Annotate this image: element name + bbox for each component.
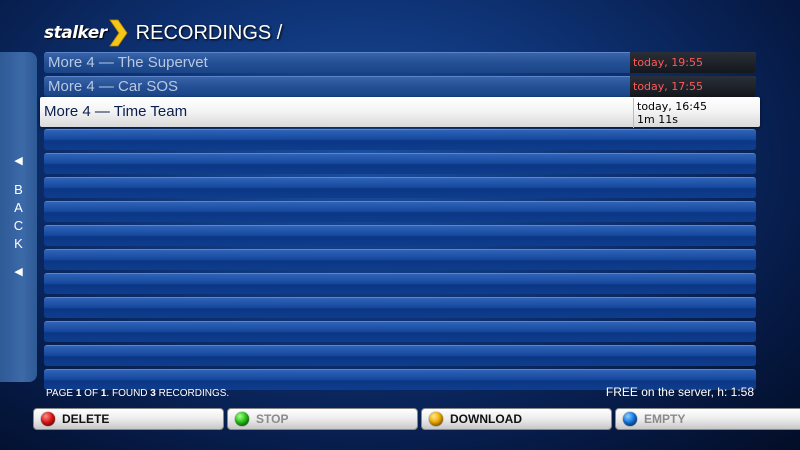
stalker-logo: stalker xyxy=(44,16,128,50)
recording-time-cell: today, 16:45 1m 11s xyxy=(633,98,760,128)
empty-row xyxy=(44,129,756,150)
page-prefix: PAGE xyxy=(46,388,76,399)
download-button[interactable]: DOWNLOAD xyxy=(421,408,612,430)
empty-button-label: EMPTY xyxy=(644,412,686,426)
back-letter: A xyxy=(14,200,23,215)
yellow-dot-icon xyxy=(429,412,443,426)
back-label: B A C K xyxy=(14,181,23,253)
recording-time: today, 17:55 xyxy=(633,80,703,93)
empty-row xyxy=(44,345,756,366)
logo-chevron-icon xyxy=(108,19,128,47)
recording-title: More 4 — The Supervet xyxy=(48,54,208,71)
header: stalker RECORDINGS / xyxy=(44,16,282,50)
delete-button-label: DELETE xyxy=(62,412,110,426)
blue-dot-icon xyxy=(623,412,637,426)
back-letter: C xyxy=(13,218,24,233)
recording-time: today, 16:45 xyxy=(637,100,707,113)
recording-time: today, 19:55 xyxy=(633,56,703,69)
back-letter: K xyxy=(14,236,23,251)
recording-row[interactable]: More 4 — Car SOS today, 17:55 xyxy=(44,76,756,97)
stop-button[interactable]: STOP xyxy=(227,408,418,430)
empty-row xyxy=(44,249,756,270)
page-of: OF xyxy=(81,388,101,399)
empty-row xyxy=(44,153,756,174)
logo-text: stalker xyxy=(44,23,107,43)
back-arrow-icon: ◀ xyxy=(14,266,23,278)
recording-title: More 4 — Car SOS xyxy=(48,78,179,95)
function-buttons: DELETE STOP DOWNLOAD EMPTY xyxy=(33,408,800,430)
empty-row xyxy=(44,297,756,318)
recording-duration: 1m 11s xyxy=(637,113,678,126)
red-dot-icon xyxy=(41,412,55,426)
back-panel[interactable]: ◀ B A C K ◀ xyxy=(0,52,37,382)
found-text: . FOUND xyxy=(106,388,151,399)
empty-row xyxy=(44,321,756,342)
green-dot-icon xyxy=(235,412,249,426)
empty-button[interactable]: EMPTY xyxy=(615,408,800,430)
recording-row[interactable]: More 4 — The Supervet today, 19:55 xyxy=(44,52,756,73)
recording-time-cell: today, 17:55 xyxy=(630,76,756,97)
empty-row xyxy=(44,273,756,294)
found-suffix: RECORDINGS. xyxy=(155,388,230,399)
free-space-status: FREE on the server, h: 1:58 xyxy=(605,385,754,399)
empty-row xyxy=(44,225,756,246)
page-status: PAGE 1 OF 1. FOUND 3 RECORDINGS. xyxy=(46,388,229,399)
page-title: RECORDINGS / xyxy=(135,21,283,44)
download-button-label: DOWNLOAD xyxy=(450,412,522,426)
back-arrow-icon: ◀ xyxy=(14,155,23,167)
recording-title: More 4 — Time Team xyxy=(44,103,188,120)
back-letter: B xyxy=(14,182,23,197)
empty-row xyxy=(44,177,756,198)
recordings-list: More 4 — The Supervet today, 19:55 More … xyxy=(40,52,760,393)
empty-row xyxy=(44,201,756,222)
recording-time-cell: today, 19:55 xyxy=(630,52,756,73)
delete-button[interactable]: DELETE xyxy=(33,408,224,430)
recording-row-selected[interactable]: More 4 — Time Team today, 16:45 1m 11s xyxy=(40,97,760,128)
stop-button-label: STOP xyxy=(256,412,289,426)
